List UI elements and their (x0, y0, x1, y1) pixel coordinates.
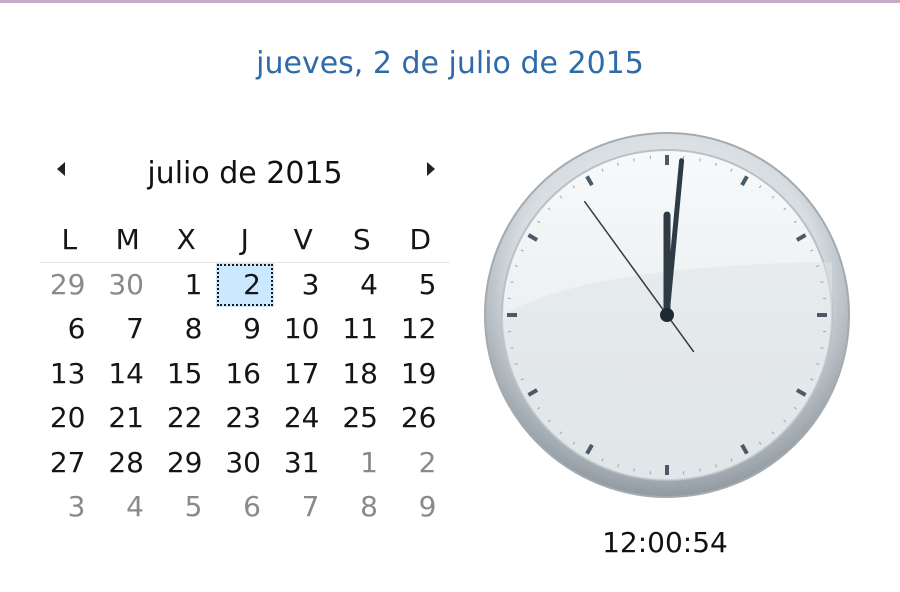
minute-tick (820, 347, 824, 349)
calendar-week-row: 6 7 8 9 10 11 12 (40, 307, 450, 352)
calendar-day[interactable]: 12 (391, 307, 450, 352)
weekday-label: V (293, 223, 313, 256)
calendar-day[interactable]: 30 (99, 263, 158, 308)
window-top-border (0, 0, 900, 3)
calendar-day[interactable]: 26 (391, 396, 450, 441)
calendar-day[interactable]: 29 (40, 263, 99, 308)
calendar-grid: LMXJVSD 29 30 1 2 3 4 5 6 7 8 9 10 11 12 13 14 15 16 17 18 1… (40, 218, 450, 530)
calendar-day[interactable]: 4 (333, 263, 392, 308)
analog-clock (484, 132, 850, 498)
calendar-day[interactable]: 16 (216, 352, 275, 397)
weekday-label: M (115, 223, 140, 256)
calendar-day[interactable]: 17 (274, 352, 333, 397)
digital-time: 12:00:54 (602, 526, 728, 559)
calendar-day[interactable]: 25 (333, 396, 392, 441)
weekday-divider (40, 262, 450, 263)
weekday-label: L (61, 223, 78, 256)
calendar-week-row: 29 30 1 2 3 4 5 (40, 262, 450, 308)
calendar-day[interactable]: 3 (274, 263, 333, 308)
minute-tick (633, 468, 635, 472)
calendar-day-today[interactable]: 2 (215, 262, 274, 307)
calendar-day[interactable]: 19 (391, 352, 450, 397)
calendar-day[interactable]: 10 (274, 307, 333, 352)
calendar-day[interactable]: 4 (99, 485, 158, 530)
calendar-day[interactable]: 22 (157, 396, 216, 441)
calendar-week-row: 20 21 22 23 24 25 26 (40, 396, 450, 441)
calendar-weeks: 29 30 1 2 3 4 5 6 7 8 9 10 11 12 13 14 15 16 17 18 19 20 21 22 2… (40, 262, 450, 530)
minute-tick (510, 281, 514, 283)
previous-month-button[interactable] (50, 160, 72, 184)
calendar-day[interactable]: 7 (99, 307, 158, 352)
calendar-day[interactable]: 18 (333, 352, 392, 397)
calendar-day[interactable]: 23 (216, 396, 275, 441)
calendar-day[interactable]: 14 (99, 352, 158, 397)
calendar-day[interactable]: 6 (216, 485, 275, 530)
next-month-button[interactable] (420, 160, 442, 184)
minute-tick (510, 347, 514, 349)
calendar-day[interactable]: 13 (40, 352, 99, 397)
month-year-header[interactable]: julio de 2015 (120, 156, 370, 191)
calendar-day[interactable]: 30 (216, 441, 275, 486)
calendar-day[interactable]: 11 (333, 307, 392, 352)
calendar-day[interactable]: 21 (99, 396, 158, 441)
minute-tick (633, 158, 635, 162)
calendar-day[interactable]: 8 (157, 307, 216, 352)
calendar-day[interactable]: 6 (40, 307, 99, 352)
long-date-link[interactable]: jueves, 2 de julio de 2015 (0, 46, 900, 81)
calendar-day[interactable]: 28 (99, 441, 158, 486)
calendar-week-row: 27 28 29 30 31 1 2 (40, 441, 450, 486)
calendar-week-row: 3456789 (40, 485, 450, 530)
triangle-right-icon (427, 162, 435, 176)
calendar-day[interactable]: 15 (157, 352, 216, 397)
weekday-label: J (240, 223, 249, 256)
triangle-left-icon (57, 162, 65, 176)
calendar-day[interactable]: 20 (40, 396, 99, 441)
minute-tick (699, 468, 701, 472)
calendar-day[interactable]: 31 (274, 441, 333, 486)
weekday-label: D (409, 223, 432, 256)
calendar-day[interactable]: 1 (333, 441, 392, 486)
calendar-day[interactable]: 7 (274, 485, 333, 530)
calendar-day[interactable]: 3 (40, 485, 99, 530)
calendar-week-row: 13 14 15 16 17 18 19 (40, 352, 450, 397)
calendar-day[interactable]: 24 (274, 396, 333, 441)
calendar-day[interactable]: 27 (40, 441, 99, 486)
minute-tick (820, 281, 824, 283)
weekday-label: X (176, 223, 196, 256)
calendar-day[interactable]: 9 (391, 485, 450, 530)
weekday-header-row: LMXJVSD (40, 218, 450, 263)
weekday-label: S (352, 223, 371, 256)
clock-center-pin (660, 308, 674, 322)
calendar-day[interactable]: 1 (157, 263, 216, 308)
calendar-day[interactable]: 5 (157, 485, 216, 530)
calendar-day[interactable]: 2 (391, 441, 450, 486)
minute-tick (699, 158, 701, 162)
calendar-day[interactable]: 5 (391, 263, 450, 308)
calendar-day[interactable]: 9 (216, 307, 275, 352)
calendar-day[interactable]: 29 (157, 441, 216, 486)
calendar-day[interactable]: 8 (333, 485, 392, 530)
